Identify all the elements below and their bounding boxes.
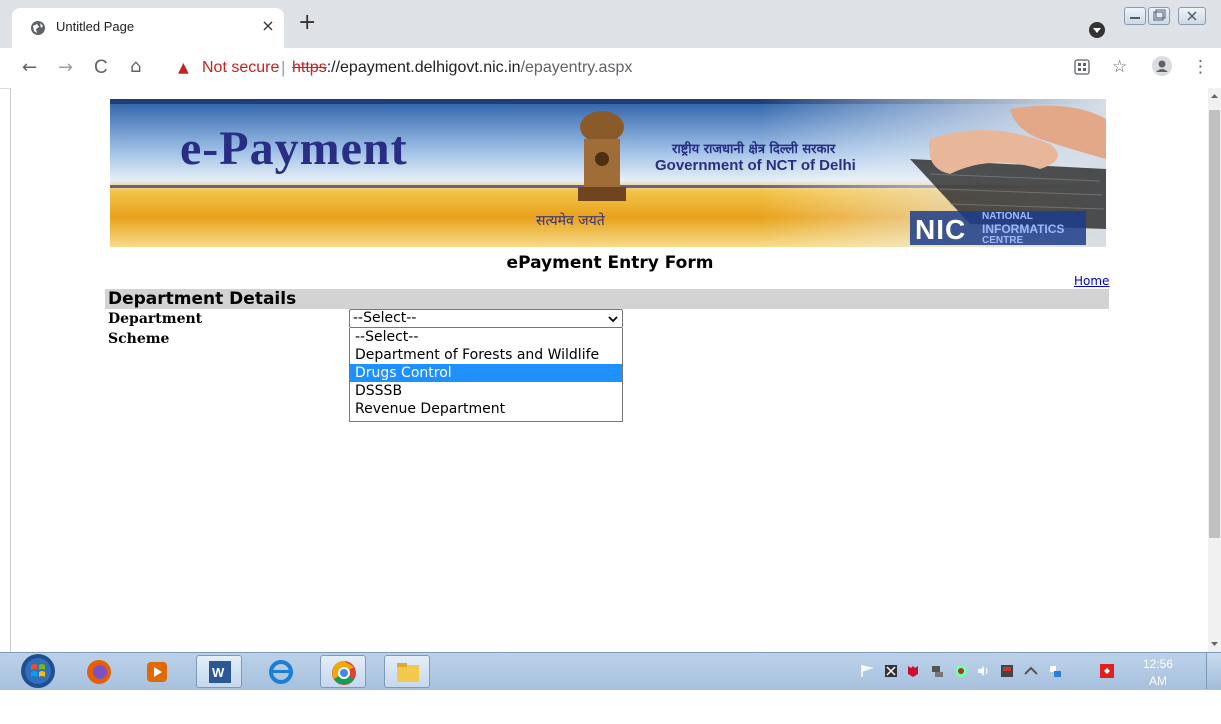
- tray-app-icon[interactable]: [884, 664, 898, 678]
- dropdown-option-highlighted[interactable]: Drugs Control: [350, 364, 622, 382]
- tray-app-icon[interactable]: [954, 664, 968, 678]
- department-dropdown-list: --Select-- Department of Forests and Wil…: [349, 328, 623, 422]
- department-select[interactable]: --Select--: [349, 309, 623, 328]
- translate-icon[interactable]: [1074, 59, 1090, 75]
- svg-text:W: W: [212, 665, 225, 680]
- clock-time: 12:56 AM: [1142, 657, 1174, 688]
- form-title: ePayment Entry Form: [506, 253, 714, 273]
- network-icon[interactable]: [930, 664, 944, 678]
- minimize-icon: [1130, 17, 1140, 19]
- tray-app-icon[interactable]: [1048, 664, 1062, 678]
- url-separator: |: [281, 58, 286, 77]
- start-orb-icon[interactable]: [18, 653, 58, 689]
- minimize-button[interactable]: [1124, 7, 1146, 25]
- page-viewport: e-Payment राष्ट्रीय राजधानी क्षेत्र दिल्…: [10, 88, 1209, 652]
- chevron-down-icon: [608, 316, 618, 323]
- new-tab-button[interactable]: +: [298, 12, 316, 34]
- section-header-department-details: Department Details: [105, 289, 1109, 309]
- mcafee-shield-icon[interactable]: [906, 664, 920, 678]
- dropdown-option[interactable]: Department of Forests and Wildlife: [350, 346, 622, 364]
- volume-icon[interactable]: [976, 664, 990, 678]
- hindi-govt-text: राष्ट्रीय राजधानी क्षेत्र दिल्ली सरकार: [672, 142, 836, 157]
- downloads-indicator-icon[interactable]: [1089, 22, 1105, 38]
- motto-text: सत्यमेव जयते: [536, 213, 605, 229]
- window-close-button[interactable]: [1178, 7, 1206, 25]
- warning-icon: ▲: [178, 60, 189, 76]
- home-link[interactable]: Home: [1074, 274, 1109, 288]
- epayment-banner: e-Payment राष्ट्रीय राजधानी क्षेत्र दिल्…: [110, 99, 1106, 247]
- url-path: /epayentry.aspx: [520, 59, 633, 76]
- address-bar[interactable]: https://epayment.delhigovt.nic.in/epayen…: [292, 59, 632, 77]
- restore-icon: [1153, 9, 1166, 21]
- taskbar-chrome[interactable]: [320, 655, 366, 688]
- chrome-icon: [332, 661, 356, 685]
- taskbar-file-explorer[interactable]: [384, 655, 430, 688]
- nic-line2: INFORMATICS: [982, 222, 1065, 236]
- reload-button[interactable]: C: [94, 57, 108, 79]
- scroll-up-icon[interactable]: [1210, 92, 1219, 100]
- not-secure-label[interactable]: Not secure: [202, 59, 279, 77]
- taskbar-internet-explorer[interactable]: [258, 655, 304, 688]
- tab-title: Untitled Page: [56, 19, 135, 34]
- epayment-logo-text: e-Payment: [180, 122, 408, 175]
- home-button[interactable]: ⌂: [130, 56, 141, 77]
- nic-line3: CENTRE: [982, 235, 1024, 246]
- firefox-icon: [87, 660, 111, 684]
- ashoka-emblem-icon: [578, 111, 626, 201]
- action-center-flag-icon[interactable]: [860, 664, 874, 678]
- restore-button[interactable]: [1148, 7, 1170, 25]
- dropdown-option[interactable]: DSSSB: [350, 382, 622, 400]
- dropdown-option[interactable]: Revenue Department: [350, 400, 622, 418]
- folder-icon: [397, 663, 419, 682]
- scheme-label: Scheme: [108, 331, 170, 347]
- forward-button[interactable]: →: [58, 57, 73, 78]
- clock-date: 07-Oct-21: [1137, 691, 1178, 722]
- tray-app-icon[interactable]: [1100, 664, 1114, 678]
- close-tab-icon[interactable]: ×: [258, 16, 278, 35]
- govt-name-text: Government of NCT of Delhi: [655, 157, 856, 174]
- department-select-value: --Select--: [353, 310, 417, 326]
- url-host: ://epayment.delhigovt.nic.in: [326, 59, 521, 76]
- taskbar-word[interactable]: W: [196, 655, 242, 688]
- tab-untitled-page[interactable]: Untitled Page ×: [12, 8, 284, 48]
- media-player-icon: [147, 662, 167, 682]
- url-protocol: https: [292, 59, 327, 76]
- word-icon: W: [209, 661, 231, 683]
- taskbar-media-player[interactable]: [134, 655, 180, 688]
- bookmark-star-icon[interactable]: ☆: [1112, 57, 1127, 77]
- taskbar-clock[interactable]: 12:56 AM 07-Oct-21: [1133, 656, 1183, 724]
- nic-line1: NATIONAL: [982, 211, 1033, 222]
- tab-strip: Untitled Page × +: [0, 0, 1221, 48]
- browser-menu-icon[interactable]: ⋮: [1192, 57, 1209, 77]
- scroll-down-icon[interactable]: [1210, 640, 1219, 648]
- back-button[interactable]: ←: [22, 57, 37, 78]
- internet-explorer-icon: [269, 660, 293, 684]
- tray-app-icon[interactable]: [1024, 664, 1038, 678]
- close-window-icon: [1187, 11, 1197, 21]
- taskbar-firefox[interactable]: [76, 655, 122, 688]
- scrollbar-thumb[interactable]: [1209, 110, 1220, 538]
- profile-avatar-icon[interactable]: [1152, 56, 1172, 76]
- tray-app-icon[interactable]: [1000, 664, 1014, 678]
- show-desktop-button[interactable]: [1206, 653, 1221, 689]
- department-label: Department: [108, 311, 203, 327]
- nic-logo-text: NIC: [915, 214, 967, 245]
- globe-icon: [31, 21, 45, 35]
- dropdown-option[interactable]: --Select--: [350, 328, 622, 346]
